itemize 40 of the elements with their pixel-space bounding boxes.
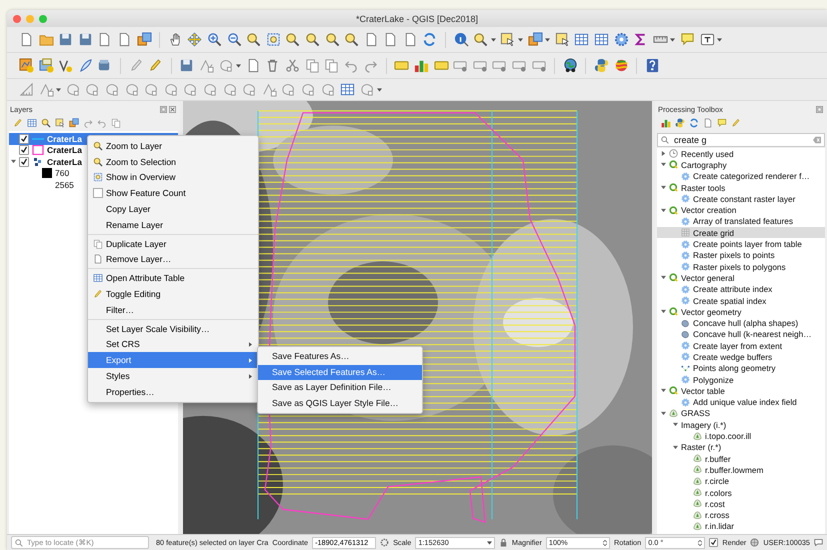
tree-label: Raster tools bbox=[681, 182, 726, 193]
tree-label: Concave hull (alpha shapes) bbox=[693, 318, 798, 328]
tree-label: Create wedge buffers bbox=[693, 352, 772, 362]
tree-label: Vector geometry bbox=[681, 306, 742, 317]
tree-label: r.colors bbox=[705, 488, 732, 498]
tree-label: Create points layer from table bbox=[693, 239, 802, 250]
tree-label: Array of translated features bbox=[693, 216, 794, 226]
tree-label: Polygonize bbox=[693, 374, 734, 385]
tree-label: r.in.lidar bbox=[705, 521, 734, 532]
tree-label: Create grid bbox=[693, 228, 734, 238]
tree-label: Vector general bbox=[681, 272, 735, 283]
tree-label: r.circle bbox=[705, 476, 729, 486]
tree-label: Create spatial index bbox=[693, 296, 766, 306]
tree-label: Imagery (i.*) bbox=[681, 420, 726, 430]
legend-label: 2565 bbox=[55, 180, 74, 190]
tree-label: Create attribute index bbox=[693, 284, 772, 294]
tree-label: Recently used bbox=[681, 148, 734, 159]
tree-label: r.cross bbox=[705, 510, 730, 520]
tree-label: i.topo.coor.ill bbox=[705, 431, 752, 442]
tree-label: r.buffer.lowmem bbox=[705, 464, 764, 475]
tree-label: GRASS bbox=[681, 408, 710, 418]
window-title: *CraterLake - QGIS [Dec2018] bbox=[356, 14, 478, 24]
tree-label: Raster (r.*) bbox=[681, 442, 722, 452]
tree-label: r.buffer bbox=[705, 454, 731, 464]
tree-label: r.cost bbox=[705, 498, 725, 509]
layer-name: CraterLa bbox=[47, 145, 82, 156]
tree-label: Points along geometry bbox=[693, 363, 776, 374]
legend-label: 760 bbox=[55, 168, 70, 178]
tree-label: Raster pixels to points bbox=[693, 250, 775, 260]
tree-label: Create categorized renderer f… bbox=[693, 171, 810, 182]
tree-label: Create constant raster layer bbox=[693, 194, 796, 204]
tree-label: Vector creation bbox=[681, 205, 736, 216]
tree-label: Concave hull (k-nearest neigh… bbox=[693, 329, 812, 340]
tree-label: Raster pixels to polygons bbox=[693, 262, 786, 272]
tree-label: Add unique value index field bbox=[693, 397, 797, 408]
layer-name: CraterLa bbox=[47, 156, 82, 167]
tree-label: Vector table bbox=[681, 386, 725, 396]
tree-label: Create layer from extent bbox=[693, 340, 782, 351]
tree-label: Cartography bbox=[681, 160, 727, 170]
layer-name: CraterLa bbox=[47, 134, 82, 144]
